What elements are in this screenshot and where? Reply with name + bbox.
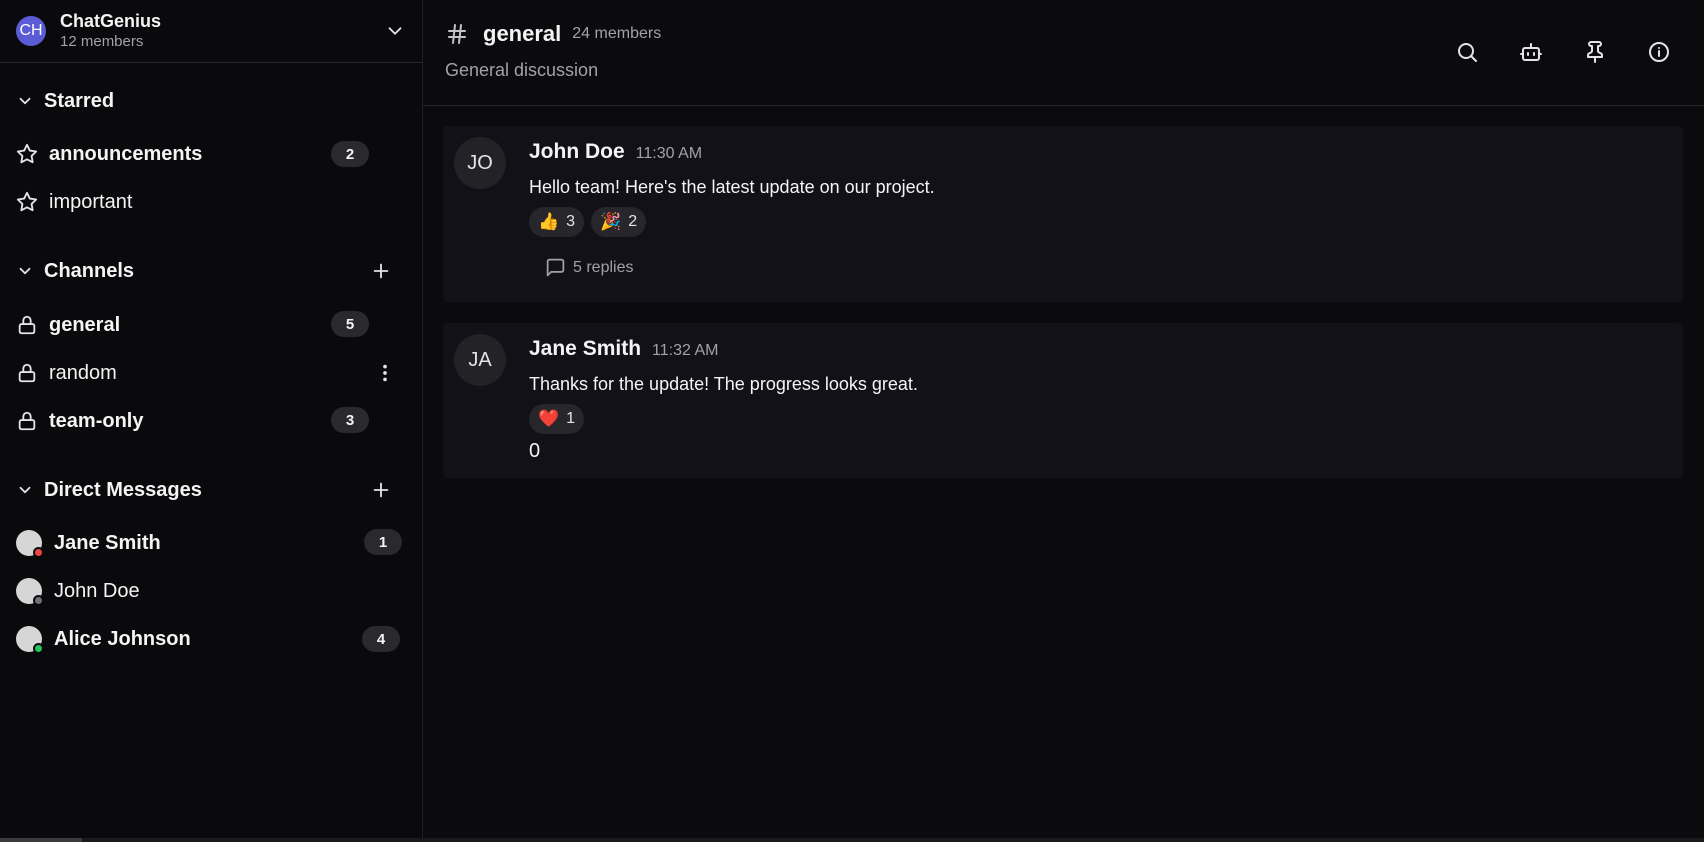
chevron-down-icon[interactable] [384, 20, 406, 42]
sidebar-item-important[interactable]: important [16, 186, 132, 218]
info-icon[interactable] [1647, 40, 1671, 64]
channel-member-count[interactable]: 24 members [572, 25, 661, 43]
sidebar-item-label: team-only [49, 409, 144, 432]
workspace-header[interactable]: CH ChatGenius 12 members [0, 0, 422, 63]
avatar [16, 530, 44, 558]
lock-icon [18, 411, 36, 431]
bot-icon[interactable] [1519, 40, 1543, 64]
message-text: Hello team! Here's the latest update on … [529, 177, 935, 197]
sidebar-item-dm-alice-johnson[interactable]: Alice Johnson [16, 623, 191, 655]
starred-section-header[interactable]: Starred [16, 87, 392, 115]
reply-count: 0 [529, 440, 541, 462]
hash-icon [448, 24, 466, 44]
sidebar-item-dm-jane-smith[interactable]: Jane Smith [16, 527, 161, 559]
channel-view: general 24 members General discussion JO… [423, 0, 1704, 838]
reaction-count: 3 [566, 213, 576, 230]
workspace-avatar: CH [16, 16, 46, 46]
channel-header: general 24 members General discussion [423, 0, 1704, 106]
horizontal-scrollbar[interactable] [0, 838, 1704, 842]
reaction-thumbs-up[interactable]: 👍 3 [529, 207, 585, 237]
scrollbar-thumb[interactable] [0, 838, 82, 842]
lock-icon [18, 363, 36, 383]
channels-title: Channels [44, 259, 135, 282]
message-author[interactable]: John Doe [529, 140, 625, 164]
starred-title: Starred [44, 89, 115, 112]
message-square-icon [546, 258, 565, 277]
sidebar-item-team-only[interactable]: team-only [16, 405, 143, 437]
chevron-down-icon[interactable] [16, 481, 34, 499]
workspace-member-count: 12 members [60, 33, 144, 50]
message[interactable]: JA Jane Smith 11:32 AM Thanks for the up… [443, 323, 1683, 478]
chevron-down-icon[interactable] [16, 262, 34, 280]
sidebar-item-label: general [49, 313, 121, 336]
channels-section-header[interactable]: Channels [16, 257, 392, 285]
sidebar-item-announcements[interactable]: announcements [16, 138, 370, 170]
heart-emoji-icon: ❤️ [538, 409, 560, 428]
dms-section-header[interactable]: Direct Messages [16, 476, 392, 504]
sidebar-item-label: Alice Johnson [54, 627, 191, 650]
channel-name: general [483, 21, 562, 46]
reactions-bar: ❤️ 1 [529, 404, 585, 434]
reaction-party[interactable]: 🎉 2 [591, 207, 647, 237]
status-dot [33, 547, 44, 558]
search-icon[interactable] [1455, 40, 1479, 64]
unread-badge: 2 [331, 141, 369, 167]
message-timestamp: 11:30 AM [635, 145, 703, 162]
channel-topic: General discussion [445, 60, 599, 80]
pin-icon[interactable] [1583, 40, 1607, 64]
message[interactable]: JO John Doe 11:30 AM Hello team! Here's … [443, 126, 1683, 302]
sidebar: CH ChatGenius 12 members Starred announc… [0, 0, 423, 838]
unread-badge: 3 [331, 407, 369, 433]
unread-badge: 5 [331, 311, 369, 337]
more-vertical-icon[interactable] [374, 362, 396, 384]
sidebar-item-label: announcements [49, 142, 203, 165]
reaction-count: 1 [566, 410, 576, 427]
chevron-down-icon[interactable] [16, 92, 34, 110]
lock-icon [18, 315, 36, 335]
avatar[interactable]: JA [454, 334, 506, 386]
sidebar-item-general[interactable]: general [16, 309, 120, 341]
unread-badge: 1 [364, 529, 402, 555]
sidebar-item-label: Jane Smith [54, 531, 161, 554]
message-timestamp: 11:32 AM [652, 342, 719, 359]
avatar [16, 578, 44, 606]
sidebar-item-label: important [49, 190, 133, 213]
sidebar-item-dm-john-doe[interactable]: John Doe [16, 575, 140, 607]
replies-label: 5 replies [573, 258, 634, 276]
star-icon [16, 191, 38, 212]
status-dot [33, 595, 44, 606]
avatar[interactable]: JO [454, 137, 506, 189]
thumbs-up-emoji-icon: 👍 [538, 212, 560, 231]
unread-badge: 4 [362, 626, 400, 652]
reaction-count: 2 [628, 213, 638, 230]
avatar [16, 626, 44, 654]
dms-title: Direct Messages [44, 478, 202, 501]
sidebar-item-label: random [49, 361, 117, 384]
reaction-heart[interactable]: ❤️ 1 [529, 404, 585, 434]
status-dot [33, 643, 44, 654]
sidebar-item-label: John Doe [54, 579, 140, 602]
thread-replies-link[interactable]: 5 replies [545, 257, 633, 278]
star-icon [16, 143, 38, 164]
party-popper-emoji-icon: 🎉 [600, 212, 622, 231]
add-dm-icon[interactable] [370, 479, 392, 501]
add-channel-icon[interactable] [370, 260, 392, 282]
message-author[interactable]: Jane Smith [529, 337, 641, 361]
sidebar-item-random[interactable]: random [16, 357, 117, 389]
workspace-name: ChatGenius [60, 11, 162, 31]
app-window: CH ChatGenius 12 members Starred announc… [0, 0, 1704, 838]
reactions-bar: 👍 3 🎉 2 [529, 207, 647, 237]
message-text: Thanks for the update! The progress look… [529, 374, 918, 394]
